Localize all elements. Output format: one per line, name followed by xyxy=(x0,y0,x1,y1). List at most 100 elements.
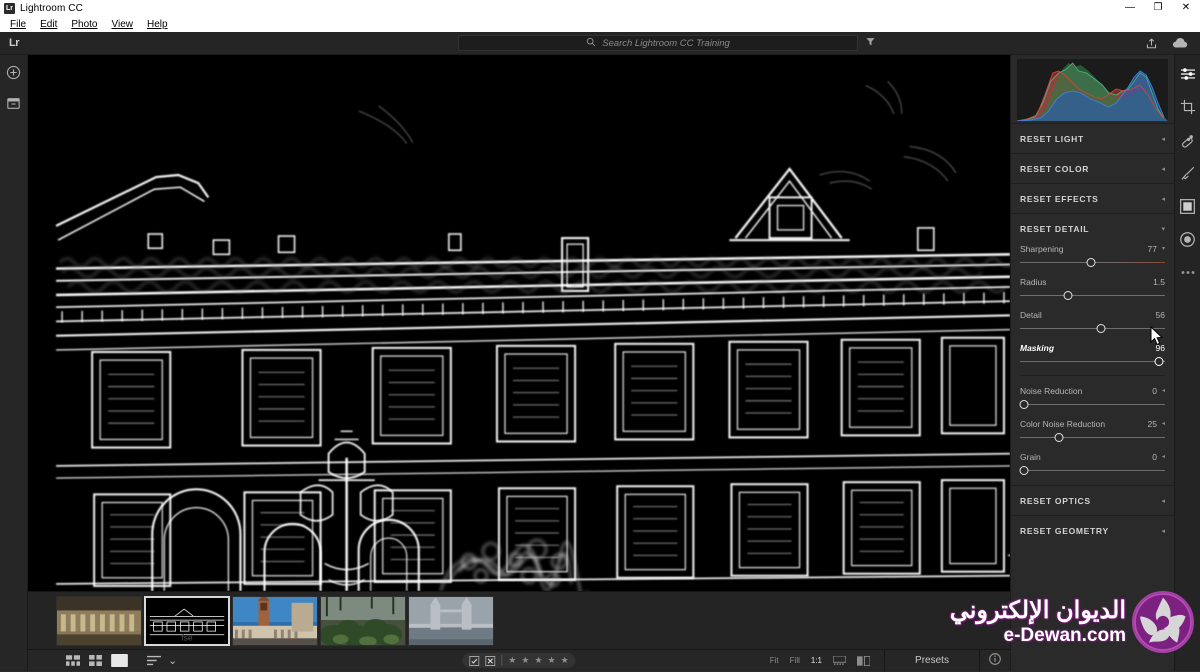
menu-help-label: Help xyxy=(147,18,168,30)
maximize-button[interactable]: ❐ xyxy=(1144,0,1172,16)
slider-noise-reduction-knob[interactable] xyxy=(1019,399,1029,409)
section-optics[interactable]: RESET OPTICS ◂ xyxy=(1011,485,1174,515)
chevron-left-icon[interactable]: ◂ xyxy=(1162,453,1165,460)
thumb-tower-bridge[interactable] xyxy=(408,595,494,646)
slider-color-noise-reduction-track[interactable] xyxy=(1020,432,1165,442)
section-light[interactable]: RESET LIGHT ◂ xyxy=(1011,123,1174,153)
menu-file[interactable]: File xyxy=(4,17,32,32)
chevron-left-icon[interactable]: ◂ xyxy=(1161,195,1165,203)
slider-grain[interactable]: Grain 0 ◂ xyxy=(1019,451,1165,475)
pill-divider xyxy=(501,655,503,666)
star-4[interactable]: ★ xyxy=(548,655,556,666)
grid-icon[interactable] xyxy=(89,655,102,666)
star-rating[interactable]: ★ ★ ★ ★ ★ xyxy=(508,655,568,666)
share-icon[interactable] xyxy=(1145,37,1158,50)
gradient-rect-icon[interactable] xyxy=(1179,197,1197,215)
section-effects-title: RESET EFFECTS xyxy=(1020,193,1099,204)
slider-noise-reduction[interactable]: Noise Reduction 0 ◂ xyxy=(1019,385,1165,409)
flag-check-icon[interactable] xyxy=(469,655,480,666)
ellipsis-icon[interactable] xyxy=(1179,263,1197,281)
thumb-mask-overlay-edges[interactable]: fse xyxy=(144,595,230,646)
section-color-header[interactable]: RESET COLOR ◂ xyxy=(1020,154,1165,183)
menu-edit[interactable]: Edit xyxy=(34,17,63,32)
slider-radius-track[interactable] xyxy=(1020,290,1165,300)
healing-brush-icon[interactable] xyxy=(1179,131,1197,149)
slider-detail[interactable]: Detail 56 xyxy=(1020,309,1165,333)
chevron-left-icon[interactable]: ◂ xyxy=(1161,497,1165,505)
section-detail[interactable]: RESET DETAIL ▾ Sharpening 77 ▾ Radius 1.… xyxy=(1011,213,1174,485)
slider-radius[interactable]: Radius 1.5 xyxy=(1020,276,1165,300)
thumb-green-foliage[interactable] xyxy=(320,595,406,646)
section-geometry[interactable]: RESET GEOMETRY ◂ xyxy=(1011,515,1174,545)
detail-sliders: Sharpening 77 ▾ Radius 1.5 Detail 56 Mas… xyxy=(1019,243,1165,485)
chevron-left-icon[interactable]: ◂ xyxy=(1161,165,1165,173)
slider-grain-track[interactable] xyxy=(1019,465,1165,475)
slider-grain-knob[interactable] xyxy=(1019,465,1029,475)
section-geometry-header[interactable]: RESET GEOMETRY ◂ xyxy=(1020,516,1165,545)
slider-sharpening-track[interactable] xyxy=(1020,257,1165,267)
crop-icon[interactable] xyxy=(1179,98,1197,116)
slider-sharpening-knob[interactable] xyxy=(1086,257,1096,267)
chevron-left-icon[interactable]: ◂ xyxy=(1162,387,1165,394)
radial-circle-icon[interactable] xyxy=(1179,230,1197,248)
plus-circle-icon[interactable] xyxy=(5,63,23,81)
zoom-1to1-button[interactable]: 1:1 xyxy=(811,656,822,665)
sort-caret-icon[interactable]: ⌄ xyxy=(168,654,177,667)
zoom-fill-button[interactable]: Fill xyxy=(790,656,800,665)
sort-lines-icon[interactable] xyxy=(147,655,161,666)
presets-button[interactable]: Presets xyxy=(884,649,980,672)
star-5[interactable]: ★ xyxy=(561,655,569,666)
menu-view[interactable]: View xyxy=(106,17,140,32)
close-button[interactable]: ✕ xyxy=(1172,0,1200,16)
slider-detail-track[interactable] xyxy=(1020,323,1165,333)
slider-masking-track[interactable] xyxy=(1020,356,1165,366)
section-light-header[interactable]: RESET LIGHT ◂ xyxy=(1020,124,1165,153)
flag-reject-icon[interactable] xyxy=(485,655,496,666)
section-optics-header[interactable]: RESET OPTICS ◂ xyxy=(1020,486,1165,515)
square-icon[interactable] xyxy=(111,654,128,667)
photo-canvas[interactable] xyxy=(28,55,1010,591)
archive-box-icon[interactable] xyxy=(5,94,23,112)
zoom-dots-icon[interactable] xyxy=(833,656,846,665)
slider-radius-knob[interactable] xyxy=(1063,290,1073,300)
chevron-down-icon[interactable]: ▾ xyxy=(1162,245,1165,252)
slider-sharpening[interactable]: Sharpening 77 ▾ xyxy=(1020,243,1165,267)
star-2[interactable]: ★ xyxy=(521,655,529,666)
filter-icon[interactable] xyxy=(858,36,882,50)
slider-radius-label: Radius xyxy=(1020,276,1047,287)
thumb-st-marks-campanile[interactable] xyxy=(232,595,318,646)
paint-brush-icon[interactable] xyxy=(1179,164,1197,182)
slider-color-noise-reduction[interactable]: Color Noise Reduction 25 ◂ xyxy=(1020,418,1165,442)
slider-noise-reduction-track[interactable] xyxy=(1019,399,1165,409)
info-icon[interactable] xyxy=(980,652,1010,670)
menu-help[interactable]: Help xyxy=(141,17,174,32)
thumb-colonnade-building[interactable] xyxy=(56,595,142,646)
slider-masking[interactable]: Masking 96 xyxy=(1020,342,1165,366)
search-input[interactable]: Search Lightroom CC Training xyxy=(458,35,858,51)
slider-masking-header: Masking 96 xyxy=(1020,342,1165,353)
cloud-icon[interactable] xyxy=(1172,37,1188,49)
application-window: Lr Search Lightroom CC Training fse ⌄ ★ … xyxy=(0,32,1200,672)
section-detail-header[interactable]: RESET DETAIL ▾ xyxy=(1020,214,1165,243)
section-color[interactable]: RESET COLOR ◂ xyxy=(1011,153,1174,183)
chevron-left-icon[interactable]: ◂ xyxy=(1161,135,1165,143)
menu-photo[interactable]: Photo xyxy=(65,17,103,32)
sliders-icon[interactable] xyxy=(1179,65,1197,83)
grid-detail-icon[interactable] xyxy=(66,655,80,666)
star-1[interactable]: ★ xyxy=(508,655,516,666)
minimize-button[interactable]: — xyxy=(1116,0,1144,16)
chevron-left-icon[interactable]: ◂ xyxy=(1161,527,1165,535)
compare-icon[interactable] xyxy=(857,655,870,666)
slider-detail-knob[interactable] xyxy=(1096,323,1106,333)
histogram[interactable] xyxy=(1017,59,1168,121)
view-mode-group: ⌄ xyxy=(28,654,177,667)
chevron-down-icon[interactable]: ▾ xyxy=(1161,225,1165,233)
slider-color-noise-reduction-knob[interactable] xyxy=(1054,432,1064,442)
slider-masking-knob[interactable] xyxy=(1154,356,1164,366)
star-3[interactable]: ★ xyxy=(534,655,542,666)
menu-view-label: View xyxy=(111,18,134,30)
chevron-left-icon[interactable]: ◂ xyxy=(1162,420,1165,427)
zoom-fit-button[interactable]: Fit xyxy=(770,656,779,665)
section-effects-header[interactable]: RESET EFFECTS ◂ xyxy=(1020,184,1165,213)
section-effects[interactable]: RESET EFFECTS ◂ xyxy=(1011,183,1174,213)
